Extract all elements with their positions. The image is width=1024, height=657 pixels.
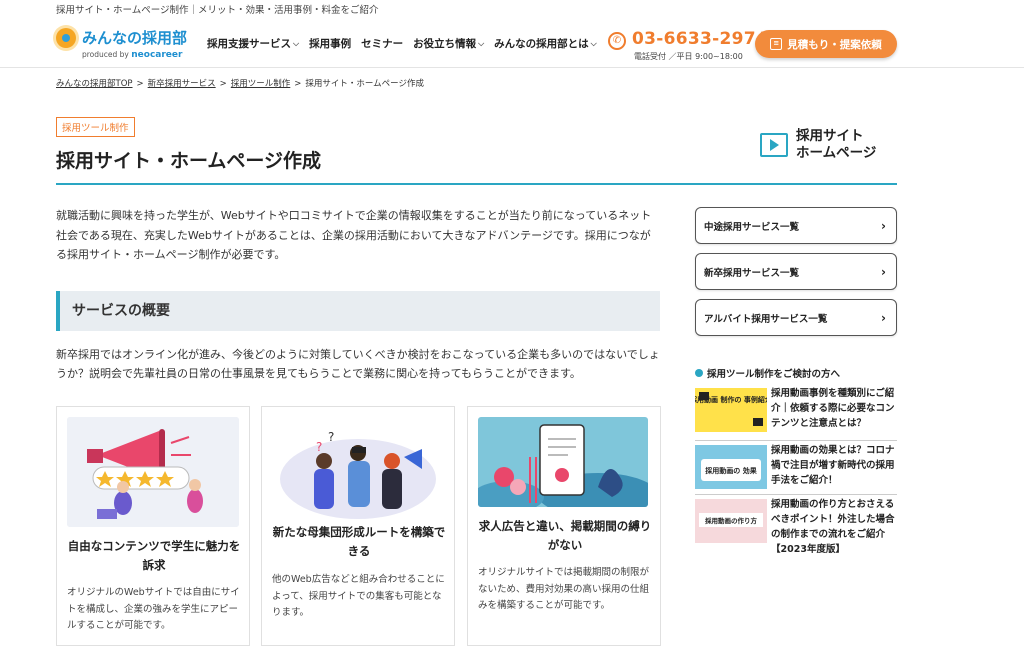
sidebar-button-midcareer[interactable]: 中途採用サービス一覧 ›: [695, 207, 897, 244]
title-divider: [56, 183, 897, 185]
nav-item-services[interactable]: 採用支援サービス ⌵: [207, 36, 299, 51]
section-description: 新卒採用ではオンライン化が進み、今後どのように対策していくべきか検討をおこなって…: [56, 348, 660, 380]
category-tag[interactable]: 採用ツール制作: [56, 117, 135, 137]
main-nav: 採用支援サービス ⌵ 採用事例 セミナー お役立ち情報 ⌵ みんなの採用部とは ⌵: [207, 36, 597, 51]
estimate-request-button[interactable]: ≡ 見積もり・提案依頼: [755, 30, 897, 58]
svg-text:採用動画 制作の 事例紹介: 採用動画 制作の 事例紹介: [695, 395, 767, 404]
breadcrumb-current: 採用サイト・ホームページ作成: [305, 79, 424, 89]
card-title: 自由なコンテンツで学生に魅力を訴求: [67, 539, 241, 572]
card-text: 他のWeb広告などと組み合わせることによって、採用サイトでの集客も可能となります…: [272, 574, 445, 618]
card-text: オリジナルサイトでは掲載期間の制限がないため、費用対効果の高い採用の仕組みを構築…: [478, 567, 650, 611]
sidebar-button-parttime[interactable]: アルバイト採用サービス一覧 ›: [695, 299, 897, 336]
feature-card: 求人広告と違い、掲載期間の縛りがない オリジナルサイトでは掲載期間の制限がないた…: [467, 406, 661, 646]
phone-icon: ✆: [608, 32, 626, 50]
card-text: オリジナルのWebサイトでは自由にサイトを構成し、企業の強みを学生にアピールする…: [67, 587, 240, 631]
article-thumbnail: 採用動画 制作の 事例紹介: [695, 388, 767, 432]
chevron-down-icon: ⌵: [293, 38, 300, 48]
phone-hours: 電話受付 ／平日 9:00~18:00: [634, 52, 743, 61]
logo-sun-icon: [56, 28, 76, 48]
site-logo[interactable]: みんなの採用部 produced by neocareer: [56, 26, 196, 64]
card-illustration: [67, 417, 239, 527]
document-icon: ≡: [770, 38, 783, 50]
section-heading: サービスの概要: [56, 291, 660, 331]
svg-text:?: ?: [328, 430, 334, 444]
svg-text:採用動画の 効果: 採用動画の 効果: [705, 466, 756, 475]
chevron-down-icon: ⌵: [478, 38, 485, 48]
top-tagline: 採用サイト・ホームページ制作｜メリット・効果・活用事例・料金をご紹介: [56, 5, 379, 16]
sidebar-article[interactable]: 採用動画の 効果 採用動画の効果とは？コロナ禍で注目が増す新時代の採用手法をご紹…: [695, 443, 897, 495]
intro-text: 就職活動に興味を持った学生が、Webサイトや口コミサイトで企業の情報収集をするこ…: [56, 209, 652, 261]
video-monitor-icon: [760, 133, 788, 157]
bullet-dot-icon: [695, 369, 703, 377]
page-title: 採用サイト・ホームページ作成: [56, 150, 322, 172]
sidebar-article[interactable]: 採用動画の作り方 採用動画の作り方とおさえるべきポイント！外注した場合の制作まで…: [695, 497, 897, 555]
breadcrumb-link-newgrad[interactable]: 新卒採用サービス: [148, 79, 216, 89]
chevron-right-icon: ›: [881, 311, 886, 325]
chevron-down-icon: ⌵: [590, 38, 597, 48]
sidebar-article[interactable]: 採用動画 制作の 事例紹介 採用動画事例を種類別にご紹介｜依頼する際に必要なコン…: [695, 386, 897, 438]
article-thumbnail: 採用動画の作り方: [695, 499, 767, 543]
chevron-right-icon: ›: [881, 219, 886, 233]
logo-byline: produced by neocareer: [82, 50, 183, 60]
category-badge: 採用サイト ホームページ: [760, 128, 900, 168]
feature-card: 自由なコンテンツで学生に魅力を訴求 オリジナルのWebサイトでは自由にサイトを構…: [56, 406, 250, 646]
phone-number[interactable]: 03-6633-2974: [632, 29, 768, 49]
svg-text:?: ?: [316, 440, 322, 454]
svg-text:採用動画の作り方: 採用動画の作り方: [705, 516, 758, 525]
chevron-right-icon: ›: [881, 265, 886, 279]
logo-name: みんなの採用部: [82, 29, 188, 47]
card-title: 新たな母集団形成ルートを構築できる: [272, 525, 446, 558]
nav-item-about[interactable]: みんなの採用部とは ⌵: [494, 36, 597, 51]
card-illustration: [478, 417, 648, 507]
article-title: 採用動画の作り方とおさえるべきポイント！外注した場合の制作までの流れをご紹介【2…: [771, 499, 895, 555]
card-title: 求人広告と違い、掲載期間の縛りがない: [478, 519, 652, 552]
divider: [695, 440, 897, 441]
feature-card: ? ? 新たな母集団形成ルートを構築できる 他のWeb広告などと組み合わせること…: [261, 406, 455, 646]
breadcrumb-link-tools[interactable]: 採用ツール制作: [231, 79, 291, 89]
category-badge-label: 採用サイト ホームページ: [796, 128, 877, 161]
breadcrumb: みんなの採用部TOP > 新卒採用サービス > 採用ツール制作 > 採用サイト・ホームページ…: [56, 79, 424, 89]
divider: [695, 494, 897, 495]
article-title: 採用動画の効果とは？コロナ禍で注目が増す新時代の採用手法をご紹介！: [771, 445, 895, 486]
card-illustration: ? ?: [272, 417, 444, 527]
site-header: みんなの採用部 produced by neocareer 採用支援サービス ⌵ …: [0, 22, 1024, 68]
breadcrumb-link-top[interactable]: みんなの採用部TOP: [56, 79, 133, 89]
nav-item-useful-info[interactable]: お役立ち情報 ⌵: [413, 36, 484, 51]
sidebar-heading: 採用ツール制作をご検討の方へ: [695, 366, 840, 380]
nav-item-seminar[interactable]: セミナー: [361, 36, 403, 51]
nav-item-cases[interactable]: 採用事例: [309, 36, 351, 51]
sidebar-button-newgrad[interactable]: 新卒採用サービス一覧 ›: [695, 253, 897, 290]
article-title: 採用動画事例を種類別にご紹介｜依頼する際に必要なコンテンツと注意点とは？: [771, 388, 895, 429]
article-thumbnail: 採用動画の 効果: [695, 445, 767, 489]
